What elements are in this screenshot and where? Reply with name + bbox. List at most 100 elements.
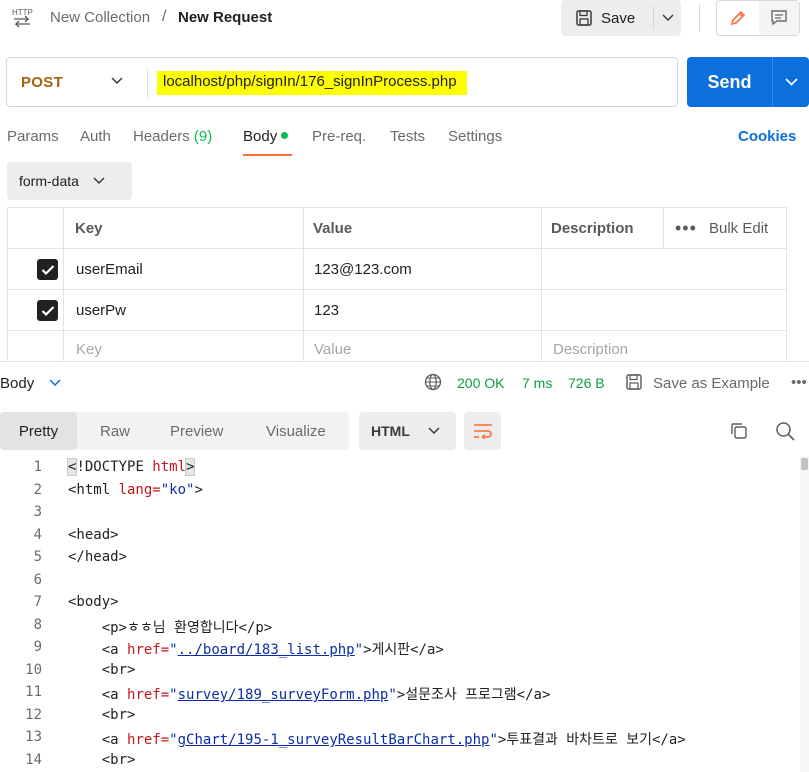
- response-code-editor[interactable]: 1 <!DOCTYPE html> 2 <html lang="ko"> 3 4…: [0, 456, 800, 772]
- code-text: <a href="../board/183_list.php">게시판</a>: [68, 639, 444, 659]
- quote: ": [354, 642, 364, 658]
- row-key[interactable]: userPw: [76, 290, 126, 331]
- code-text: <a href="survey/189_surveyForm.php">설문조사…: [68, 684, 551, 704]
- view-raw[interactable]: Raw: [100, 412, 130, 450]
- code-line: 12 <br>: [0, 704, 800, 727]
- chevron-down-icon[interactable]: [111, 74, 123, 88]
- search-icon[interactable]: [775, 421, 795, 441]
- response-size[interactable]: 726 B: [568, 375, 605, 391]
- save-label: Save: [601, 9, 636, 27]
- bulk-edit-button[interactable]: Bulk Edit: [709, 208, 768, 249]
- response-view-tabs: Pretty Raw Preview Visualize: [0, 412, 349, 450]
- code-line: 13 <a href="gChart/195-1_surveyResultBar…: [0, 726, 800, 749]
- attr-value: "ko": [160, 481, 195, 498]
- edit-button[interactable]: [717, 1, 759, 35]
- save-as-example-button[interactable]: Save as Example: [653, 375, 770, 392]
- code-text: </head>: [68, 549, 128, 565]
- url-input[interactable]: localhost/php/signIn/176_signInProcess.p…: [157, 71, 467, 95]
- row-checkbox[interactable]: [37, 259, 58, 280]
- quote: ": [169, 732, 178, 748]
- href-link[interactable]: survey/189_surveyForm.php: [178, 687, 389, 703]
- quote: ": [388, 687, 397, 703]
- breadcrumb-request[interactable]: New Request: [178, 9, 272, 26]
- save-button[interactable]: Save: [561, 0, 653, 36]
- new-value-input[interactable]: Value: [314, 329, 351, 361]
- tab-params[interactable]: Params: [7, 128, 59, 158]
- chevron-down-icon: [428, 427, 440, 435]
- line-number: 8: [33, 616, 42, 633]
- attr-name: href=: [127, 687, 170, 703]
- row-value[interactable]: 123@123.com: [314, 249, 412, 290]
- response-time[interactable]: 7 ms: [522, 375, 552, 391]
- cookies-link[interactable]: Cookies: [738, 128, 796, 145]
- view-pretty[interactable]: Pretty: [0, 412, 77, 450]
- tab-body-label: Body: [243, 128, 278, 145]
- tab-headers[interactable]: Headers (9): [133, 128, 212, 158]
- breadcrumb-separator: /: [162, 8, 167, 25]
- code-text: <br>: [68, 751, 136, 768]
- code-line: 7 <body>: [0, 591, 800, 614]
- doctype-keyword: !DOCTYPE: [76, 459, 153, 475]
- more-options-icon[interactable]: •••: [791, 374, 807, 391]
- row-checkbox[interactable]: [37, 300, 58, 321]
- view-preview[interactable]: Preview: [170, 412, 223, 450]
- svg-text:HTTP: HTTP: [12, 8, 33, 17]
- code-line: 8 <p>ㅎㅎ님 환영합니다</p>: [0, 614, 800, 637]
- method-select[interactable]: POST: [21, 74, 63, 91]
- chevron-down-icon: [93, 177, 105, 185]
- response-section-label[interactable]: Body: [0, 375, 34, 392]
- headers-count: (9): [193, 128, 213, 145]
- http-icon: HTTP: [12, 8, 33, 28]
- send-button-group: Send: [687, 57, 809, 107]
- url-bar: POST localhost/php/signIn/176_signInProc…: [6, 57, 678, 107]
- chevron-down-icon[interactable]: [48, 375, 62, 389]
- quote: ": [169, 687, 178, 703]
- wrap-lines-button[interactable]: [464, 412, 501, 450]
- line-number: 11: [25, 684, 42, 700]
- more-options-icon[interactable]: •••: [675, 208, 697, 249]
- comments-button[interactable]: [759, 1, 799, 35]
- language-select[interactable]: HTML: [359, 412, 456, 450]
- row-key[interactable]: userEmail: [76, 249, 143, 290]
- row-value[interactable]: 123: [314, 290, 339, 331]
- code-text: <br>: [68, 661, 136, 678]
- body-active-dot: [281, 132, 289, 139]
- tab-settings[interactable]: Settings: [448, 128, 502, 158]
- code-text: <html lang="ko">: [68, 482, 203, 498]
- scrollbar-thumb[interactable]: [801, 458, 808, 470]
- line-number: 10: [25, 661, 42, 678]
- code-line: 14 <br>: [0, 749, 800, 772]
- new-key-input[interactable]: Key: [76, 329, 102, 361]
- breadcrumb-collection[interactable]: New Collection: [50, 9, 150, 26]
- tab-auth[interactable]: Auth: [80, 128, 111, 158]
- save-icon: [576, 10, 592, 26]
- comment-icon: [771, 10, 787, 26]
- header-divider: [699, 4, 700, 32]
- send-options-button[interactable]: [773, 57, 809, 107]
- send-button[interactable]: Send: [687, 57, 772, 107]
- copy-icon[interactable]: [729, 421, 749, 441]
- form-data-table: Key Value Description ••• Bulk Edit user…: [7, 207, 787, 361]
- tag-content: >게시판</a>: [363, 642, 444, 658]
- new-description-input[interactable]: Description: [553, 329, 628, 361]
- chevron-down-icon: [784, 78, 798, 86]
- tab-prerequest[interactable]: Pre-req.: [312, 128, 366, 158]
- tab-tests[interactable]: Tests: [390, 128, 425, 158]
- href-link[interactable]: gChart/195-1_surveyResultBarChart.php: [178, 732, 490, 748]
- checkmark-icon: [41, 305, 54, 316]
- tag-open: <a: [68, 732, 128, 748]
- code-scrollbar[interactable]: [800, 456, 809, 772]
- response-status[interactable]: 200 OK: [457, 375, 504, 391]
- code-line: 11 <a href="survey/189_surveyForm.php">설…: [0, 681, 800, 704]
- save-options-button[interactable]: [654, 0, 681, 36]
- right-panel-toggle: [716, 0, 800, 36]
- view-visualize[interactable]: Visualize: [266, 412, 326, 450]
- code-text: <body>: [68, 594, 119, 610]
- line-number: 12: [25, 706, 42, 723]
- globe-icon[interactable]: [424, 373, 442, 391]
- href-link[interactable]: ../board/183_list.php: [178, 642, 355, 658]
- line-number: 3: [33, 504, 42, 520]
- line-number: 1: [33, 459, 42, 475]
- body-type-select[interactable]: form-data: [7, 162, 132, 200]
- column-header-key: Key: [75, 220, 103, 237]
